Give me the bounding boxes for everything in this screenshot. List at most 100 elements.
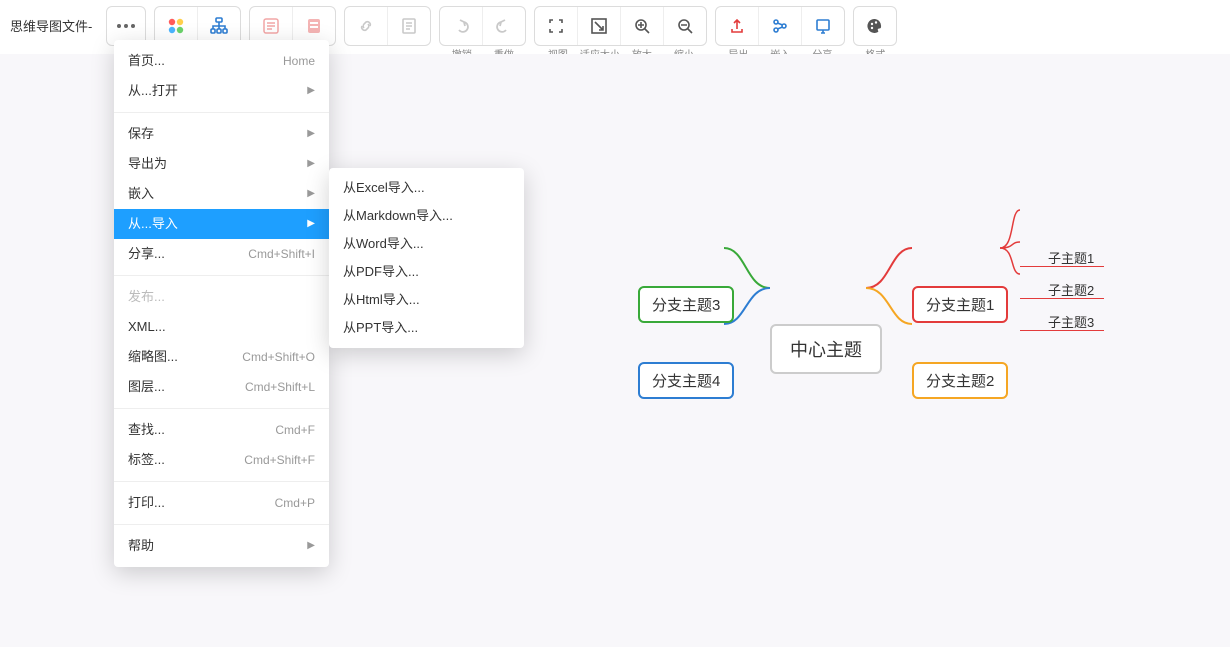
menu-separator xyxy=(114,481,329,482)
submenu-import-markdown-label: 从Markdown导入... xyxy=(343,205,453,227)
menu-print-label: 打印... xyxy=(128,492,165,514)
menu-xml-label: XML... xyxy=(128,316,166,338)
chevron-right-icon: ▶ xyxy=(307,183,315,205)
submenu-import-excel-label: 从Excel导入... xyxy=(343,177,425,199)
palette-icon xyxy=(866,17,884,35)
beautify-icon xyxy=(305,17,323,35)
mindmap-leaf3-node[interactable]: 子主题3 xyxy=(1048,312,1094,331)
import-submenu: 从Excel导入... 从Markdown导入... 从Word导入... 从P… xyxy=(329,168,524,348)
submenu-import-markdown[interactable]: 从Markdown导入... xyxy=(329,202,524,230)
share-icon xyxy=(814,17,832,35)
menu-import-from[interactable]: 从...导入 ▶ xyxy=(114,209,329,239)
mindmap-leaf1-node[interactable]: 子主题1 xyxy=(1048,248,1094,267)
menu-tags-shortcut: Cmd+Shift+F xyxy=(244,449,315,471)
menu-tags[interactable]: 标签... Cmd+Shift+F xyxy=(114,445,329,475)
menu-save[interactable]: 保存 ▶ xyxy=(114,119,329,149)
link-button xyxy=(345,7,387,45)
format-button[interactable] xyxy=(854,7,896,45)
chevron-right-icon: ▶ xyxy=(307,535,315,557)
main-menu: 首页... Home 从...打开 ▶ 保存 ▶ 导出为 ▶ 嵌入 ▶ 从...… xyxy=(114,40,329,567)
file-name: 思维导图文件- xyxy=(6,6,98,35)
fullscreen-button[interactable] xyxy=(535,7,577,45)
chevron-right-icon: ▶ xyxy=(307,80,315,102)
menu-layers-label: 图层... xyxy=(128,376,165,398)
note-button xyxy=(387,7,430,45)
submenu-import-word-label: 从Word导入... xyxy=(343,233,424,255)
undo-icon xyxy=(452,17,470,35)
export-button[interactable] xyxy=(716,7,758,45)
mindmap-leaf2-node[interactable]: 子主题2 xyxy=(1048,280,1094,299)
menu-separator xyxy=(114,112,329,113)
submenu-import-html-label: 从Html导入... xyxy=(343,289,420,311)
zoom-out-icon xyxy=(676,17,694,35)
menu-separator xyxy=(114,275,329,276)
chevron-right-icon: ▶ xyxy=(307,153,315,175)
menu-thumbnail[interactable]: 缩略图... Cmd+Shift+O xyxy=(114,342,329,372)
menu-tags-label: 标签... xyxy=(128,449,165,471)
fit-button[interactable] xyxy=(577,7,620,45)
style-icon xyxy=(262,17,280,35)
fit-icon xyxy=(590,17,608,35)
link-icon xyxy=(357,17,375,35)
menu-share[interactable]: 分享... Cmd+Shift+I xyxy=(114,239,329,269)
zoom-in-icon xyxy=(633,17,651,35)
undo-button xyxy=(440,7,482,45)
more-icon xyxy=(117,24,135,28)
menu-save-label: 保存 xyxy=(128,123,154,145)
submenu-import-ppt[interactable]: 从PPT导入... xyxy=(329,314,524,342)
submenu-import-ppt-label: 从PPT导入... xyxy=(343,317,418,339)
menu-thumbnail-shortcut: Cmd+Shift+O xyxy=(242,346,315,368)
menu-open-from-label: 从...打开 xyxy=(128,80,178,102)
menu-find-label: 查找... xyxy=(128,419,165,441)
menu-home-label: 首页... xyxy=(128,50,165,72)
embed-icon xyxy=(771,17,789,35)
menu-share-label: 分享... xyxy=(128,243,165,265)
zoom-out-button[interactable] xyxy=(663,7,706,45)
menu-layers-shortcut: Cmd+Shift+L xyxy=(245,376,315,398)
menu-thumbnail-label: 缩略图... xyxy=(128,346,178,368)
mindmap-branch2-node[interactable]: 分支主题2 xyxy=(912,362,1008,399)
submenu-import-word[interactable]: 从Word导入... xyxy=(329,230,524,258)
menu-layers[interactable]: 图层... Cmd+Shift+L xyxy=(114,372,329,402)
menu-import-from-label: 从...导入 xyxy=(128,213,178,235)
mindmap-branch3-node[interactable]: 分支主题3 xyxy=(638,286,734,323)
menu-separator xyxy=(114,524,329,525)
menu-home[interactable]: 首页... Home xyxy=(114,46,329,76)
menu-embed-label: 嵌入 xyxy=(128,183,154,205)
menu-find-shortcut: Cmd+F xyxy=(275,419,315,441)
brand-icon xyxy=(167,17,185,35)
mindmap-branch4-node[interactable]: 分支主题4 xyxy=(638,362,734,399)
menu-export-as-label: 导出为 xyxy=(128,153,167,175)
submenu-import-pdf[interactable]: 从PDF导入... xyxy=(329,258,524,286)
submenu-import-excel[interactable]: 从Excel导入... xyxy=(329,174,524,202)
submenu-import-html[interactable]: 从Html导入... xyxy=(329,286,524,314)
menu-publish: 发布... xyxy=(114,282,329,312)
menu-help[interactable]: 帮助 ▶ xyxy=(114,531,329,561)
redo-icon xyxy=(495,17,513,35)
mindmap-center-node[interactable]: 中心主题 xyxy=(770,324,882,374)
menu-share-shortcut: Cmd+Shift+I xyxy=(248,243,315,265)
note-icon xyxy=(400,17,418,35)
share-button[interactable] xyxy=(801,7,844,45)
menu-publish-label: 发布... xyxy=(128,286,165,308)
embed-button[interactable] xyxy=(758,7,801,45)
menu-home-shortcut: Home xyxy=(283,50,315,72)
layout-tree-icon xyxy=(210,17,228,35)
chevron-right-icon: ▶ xyxy=(307,213,315,235)
redo-button xyxy=(482,7,525,45)
fullscreen-icon xyxy=(547,17,565,35)
export-icon xyxy=(728,17,746,35)
menu-print-shortcut: Cmd+P xyxy=(275,492,315,514)
submenu-import-pdf-label: 从PDF导入... xyxy=(343,261,419,283)
menu-separator xyxy=(114,408,329,409)
menu-export-as[interactable]: 导出为 ▶ xyxy=(114,149,329,179)
menu-find[interactable]: 查找... Cmd+F xyxy=(114,415,329,445)
menu-open-from[interactable]: 从...打开 ▶ xyxy=(114,76,329,106)
menu-xml[interactable]: XML... xyxy=(114,312,329,342)
mindmap-branch1-node[interactable]: 分支主题1 xyxy=(912,286,1008,323)
menu-help-label: 帮助 xyxy=(128,535,154,557)
chevron-right-icon: ▶ xyxy=(307,123,315,145)
zoom-in-button[interactable] xyxy=(620,7,663,45)
menu-print[interactable]: 打印... Cmd+P xyxy=(114,488,329,518)
menu-embed[interactable]: 嵌入 ▶ xyxy=(114,179,329,209)
